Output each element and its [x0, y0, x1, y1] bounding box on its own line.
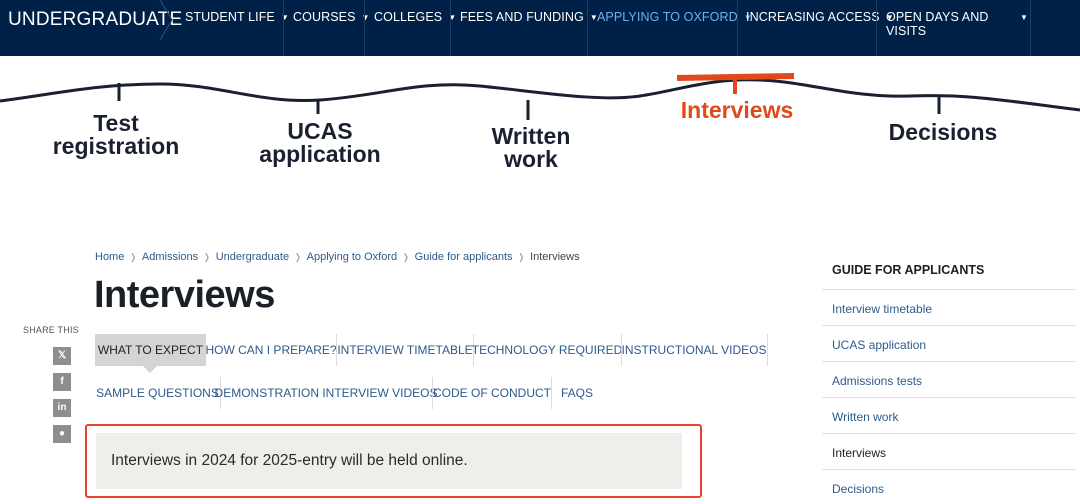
nav-item-increasing-access[interactable]: INCREASING ACCESS ▼: [746, 0, 894, 56]
nav-item-label: COLLEGES: [374, 10, 443, 24]
breadcrumb-current: Interviews: [530, 251, 580, 263]
nav-item-courses[interactable]: COURSES ▼: [293, 0, 370, 56]
nav-item-label: STUDENT LIFE: [185, 10, 275, 24]
nav-item-open-days-and-visits[interactable]: OPEN DAYS AND VISITS ▼: [886, 0, 1030, 56]
nav-divider: [283, 0, 284, 56]
nav-item-fees-and-funding[interactable]: FEES AND FUNDING ▼: [460, 0, 598, 56]
sidebar-divider: [822, 433, 1076, 434]
share-label: SHARE THIS: [23, 325, 79, 335]
journey-step-ucas-application[interactable]: UCAS application: [242, 120, 398, 166]
reddit-icon[interactable]: ●: [53, 425, 71, 443]
tab-demonstration-interview-videos[interactable]: DEMONSTRATION INTERVIEW VIDEOS: [215, 377, 438, 409]
journey-step-label: Test: [93, 110, 139, 136]
journey-step-test-registration[interactable]: Test registration: [36, 112, 196, 158]
nav-item-label: OPEN DAYS AND: [886, 10, 989, 24]
nav-divider: [1030, 0, 1031, 56]
breadcrumb-separator-icon: ❭: [294, 251, 302, 262]
sidebar-divider: [822, 289, 1076, 290]
nav-item-label: INCREASING ACCESS: [746, 10, 880, 24]
journey-step-interviews[interactable]: Interviews: [662, 99, 812, 122]
tab-what-to-expect[interactable]: WHAT TO EXPECT: [95, 334, 206, 366]
tab-sample-questions[interactable]: SAMPLE QUESTIONS: [95, 377, 220, 409]
linkedin-icon[interactable]: in: [53, 399, 71, 417]
breadcrumb-guide-link[interactable]: Guide for applicants: [415, 251, 513, 263]
nav-divider: [587, 0, 588, 56]
interview-notice: Interviews in 2024 for 2025-entry will b…: [96, 433, 682, 489]
chevron-divider-icon: [159, 0, 173, 40]
breadcrumb-separator-icon: ❭: [203, 251, 211, 262]
top-navigation-bar: UNDERGRADUATE STUDENT LIFE ▼ COURSES ▼ COL…: [0, 0, 1080, 56]
sidebar-title: GUIDE FOR APPLICANTS: [832, 263, 985, 277]
nav-item-label: COURSES: [293, 10, 356, 24]
tab-instructional-videos[interactable]: INSTRUCTIONAL VIDEOS: [622, 334, 767, 366]
nav-divider: [876, 0, 877, 56]
breadcrumb-separator-icon: ❭: [129, 251, 137, 262]
nav-item-applying-to-oxford[interactable]: APPLYING TO OXFORD ▼: [597, 0, 752, 56]
nav-item-label-line2: VISITS: [886, 24, 927, 38]
journey-step-label: UCAS: [287, 118, 353, 144]
tab-how-can-i-prepare[interactable]: HOW CAN I PREPARE?: [205, 334, 336, 366]
journey-step-label: Written: [491, 123, 571, 149]
journey-step-label: registration: [52, 133, 180, 159]
sidebar-divider: [822, 469, 1076, 470]
nav-item-colleges[interactable]: COLLEGES ▼: [374, 0, 456, 56]
active-tab-pointer: [143, 366, 157, 373]
nav-item-student-life[interactable]: STUDENT LIFE ▼: [185, 0, 289, 56]
sidebar-item-ucas-application[interactable]: UCAS application: [832, 338, 926, 352]
nav-divider: [364, 0, 365, 56]
sidebar-divider: [822, 361, 1076, 362]
caret-down-icon: ▼: [361, 13, 370, 22]
tab-faqs[interactable]: FAQS: [552, 377, 602, 409]
nav-item-label: APPLYING TO OXFORD: [597, 10, 738, 24]
sidebar-divider: [822, 397, 1076, 398]
tab-interview-timetable[interactable]: INTERVIEW TIMETABLE: [337, 334, 473, 366]
breadcrumb-home-link[interactable]: Home: [95, 251, 124, 263]
breadcrumb: Home ❭ Admissions ❭ Undergraduate ❭ Appl…: [95, 251, 580, 263]
breadcrumb-separator-icon: ❭: [402, 251, 410, 262]
journey-step-label: application: [259, 141, 381, 167]
sidebar-item-decisions[interactable]: Decisions: [832, 482, 884, 496]
sidebar-item-interviews: Interviews: [832, 446, 887, 460]
breadcrumb-separator-icon: ❭: [517, 251, 526, 262]
breadcrumb-admissions-link[interactable]: Admissions: [142, 251, 198, 263]
journey-step-label: Interviews: [680, 97, 794, 123]
sidebar-divider: [822, 325, 1076, 326]
sidebar-item-interview-timetable[interactable]: Interview timetable: [832, 302, 932, 316]
breadcrumb-applying-link[interactable]: Applying to Oxford: [307, 251, 398, 263]
tab-divider: [767, 334, 768, 366]
tab-technology-required[interactable]: TECHNOLOGY REQUIRED: [472, 334, 622, 366]
journey-step-label: Decisions: [888, 119, 998, 145]
journey-step-decisions[interactable]: Decisions: [874, 121, 1012, 144]
sidebar-item-written-work[interactable]: Written work: [832, 410, 898, 424]
tab-code-of-conduct[interactable]: CODE OF CONDUCT: [433, 377, 551, 409]
application-journey-banner: Test registration UCAS application Writt…: [0, 56, 1080, 196]
brand-undergraduate-link[interactable]: UNDERGRADUATE: [8, 0, 182, 40]
facebook-icon[interactable]: f: [53, 373, 71, 391]
x-icon[interactable]: 𝕏: [53, 347, 71, 365]
nav-item-label: FEES AND FUNDING: [460, 10, 584, 24]
page-title: Interviews: [94, 274, 275, 316]
nav-divider: [737, 0, 738, 56]
journey-step-label: work: [504, 146, 558, 172]
caret-down-icon: ▼: [1020, 13, 1029, 22]
breadcrumb-undergraduate-link[interactable]: Undergraduate: [216, 251, 289, 263]
nav-divider: [450, 0, 451, 56]
sidebar-item-admissions-tests[interactable]: Admissions tests: [832, 374, 922, 388]
journey-step-written-work[interactable]: Written work: [466, 125, 596, 171]
